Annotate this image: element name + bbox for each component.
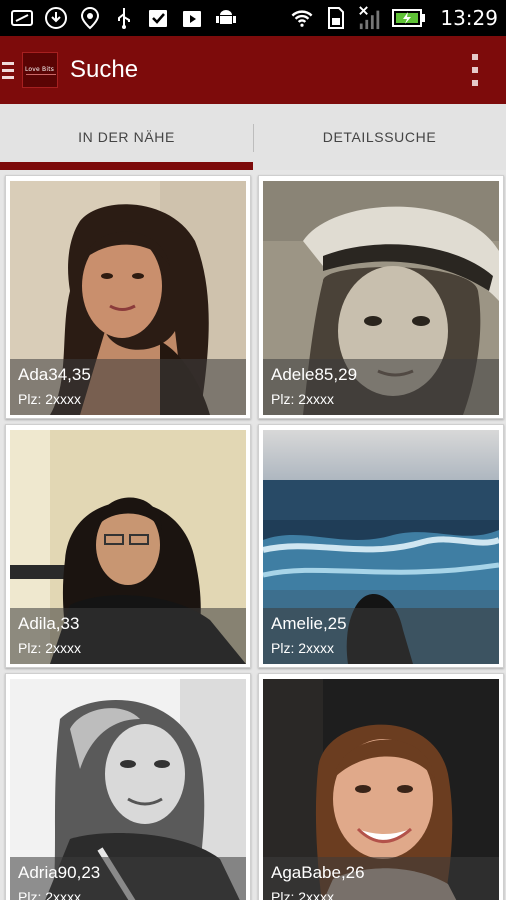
tab-label: IN DER NÄHE xyxy=(78,129,175,145)
profile-name: Ada34,35 xyxy=(18,365,91,384)
overflow-menu-icon[interactable] xyxy=(470,54,480,86)
status-bar: 13:29 xyxy=(0,0,506,36)
profile-photo: Adria90,23 Plz: 2xxxx xyxy=(10,679,246,900)
message-icon xyxy=(10,6,34,30)
page-title: Suche xyxy=(70,56,139,83)
profile-card[interactable]: Amelie,25 Plz: 2xxxx xyxy=(258,424,504,668)
profile-grid: Ada34,35 Plz: 2xxxx Adele85,29 Plz: 2xxx… xyxy=(0,170,506,900)
tab-selected-indicator xyxy=(0,162,253,170)
action-bar: Love Bits Suche xyxy=(0,36,506,104)
drawer-menu-icon[interactable] xyxy=(0,36,18,104)
profile-caption: Amelie,25 Plz: 2xxxx xyxy=(263,608,499,664)
profile-plz: Plz: 2xxxx xyxy=(271,391,335,407)
profile-plz: Plz: 2xxxx xyxy=(271,640,335,656)
tab-in-der-naehe[interactable]: IN DER NÄHE xyxy=(0,104,253,170)
wifi-icon xyxy=(290,6,314,30)
profile-caption: Ada34,35 Plz: 2xxxx xyxy=(10,359,246,415)
app-logo[interactable]: Love Bits xyxy=(22,52,58,88)
no-signal-icon xyxy=(358,6,382,30)
profile-plz: Plz: 2xxxx xyxy=(18,640,82,656)
app-logo-text: Love Bits xyxy=(25,66,55,73)
tab-bar: IN DER NÄHE DETAILSSUCHE xyxy=(0,104,506,170)
play-store-icon xyxy=(180,6,204,30)
profile-caption: Adila,33 Plz: 2xxxx xyxy=(10,608,246,664)
profile-card[interactable]: Adila,33 Plz: 2xxxx xyxy=(5,424,251,668)
profile-name: Adila,33 xyxy=(18,614,80,633)
profile-photo: Adele85,29 Plz: 2xxxx xyxy=(263,181,499,415)
android-debug-icon xyxy=(214,6,238,30)
download-icon xyxy=(44,6,68,30)
profile-name: Adria90,23 xyxy=(18,863,101,882)
battery-charging-icon xyxy=(392,6,426,30)
profile-card[interactable]: AgaBabe,26 Plz: 2xxxx xyxy=(258,673,504,900)
profile-photo: Amelie,25 Plz: 2xxxx xyxy=(263,430,499,664)
profile-caption: Adele85,29 Plz: 2xxxx xyxy=(263,359,499,415)
tab-detailssuche[interactable]: DETAILSSUCHE xyxy=(253,104,506,170)
profile-photo: AgaBabe,26 Plz: 2xxxx xyxy=(263,679,499,900)
location-icon xyxy=(78,6,102,30)
status-time: 13:29 xyxy=(440,6,498,30)
profile-name: Amelie,25 xyxy=(271,614,347,633)
profile-caption: AgaBabe,26 Plz: 2xxxx xyxy=(263,857,499,900)
profile-plz: Plz: 2xxxx xyxy=(271,889,335,900)
usb-icon xyxy=(112,6,136,30)
profile-card[interactable]: Adele85,29 Plz: 2xxxx xyxy=(258,175,504,419)
profile-name: Adele85,29 xyxy=(271,365,358,384)
profile-plz: Plz: 2xxxx xyxy=(18,889,82,900)
tab-label: DETAILSSUCHE xyxy=(322,129,437,145)
profile-plz: Plz: 2xxxx xyxy=(18,391,82,407)
check-icon xyxy=(146,6,170,30)
profile-name: AgaBabe,26 xyxy=(271,863,365,882)
profile-photo: Adila,33 Plz: 2xxxx xyxy=(10,430,246,664)
profile-card[interactable]: Ada34,35 Plz: 2xxxx xyxy=(5,175,251,419)
profile-photo: Ada34,35 Plz: 2xxxx xyxy=(10,181,246,415)
sim-icon xyxy=(324,6,348,30)
profile-card[interactable]: Adria90,23 Plz: 2xxxx xyxy=(5,673,251,900)
profile-caption: Adria90,23 Plz: 2xxxx xyxy=(10,857,246,900)
